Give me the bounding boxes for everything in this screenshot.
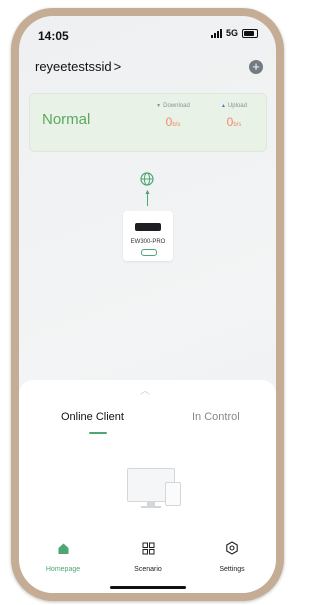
nav-settings[interactable]: Settings [197,540,267,573]
download-arrow-icon: ▼ [156,103,162,109]
network-type: 5G [225,28,238,38]
upload-speed: ▲ Upload 0b/s [204,103,264,129]
router-icon [135,223,161,231]
app-screen: 14:05 5G reyeetestssid > + Normal ▼ Downl… [19,16,276,593]
router-card[interactable]: EW300-PRO [123,211,173,261]
ssid-label: reyeetestssid [35,59,112,74]
chevron-right-icon: > [113,59,122,74]
router-status-badge [141,249,157,256]
download-unit: b/s [172,122,181,128]
nav-homepage-label: Homepage [45,566,81,573]
nav-scenario[interactable]: Scenario [113,540,183,573]
network-status: Normal [42,111,91,128]
add-button[interactable]: + [249,60,263,74]
network-status-card: Normal ▼ Download 0b/s ▲ Upload 0b/s [29,93,267,152]
client-sheet: ︿ Online Client In Control Homepage Scen… [19,380,276,593]
status-time: 14:05 [38,29,69,43]
battery-icon [242,28,258,38]
nav-scenario-label: Scenario [134,566,162,573]
network-topology: ▲ EW300-PRO [19,166,276,276]
upload-unit: b/s [233,122,242,128]
upload-arrow-icon: ▲ [221,103,226,109]
phone-frame: 14:05 5G reyeetestssid > + Normal ▼ Downl… [11,8,284,601]
status-bar: 14:05 5G [19,16,276,46]
monitor-base [141,506,161,508]
upload-label: Upload [227,103,247,109]
router-name: EW300-PRO [130,239,166,245]
download-speed: ▼ Download 0b/s [143,103,203,129]
connection-line [147,192,148,206]
nav-homepage[interactable]: Homepage [28,540,98,573]
active-tab-indicator [89,432,107,434]
download-label: Download [163,103,190,109]
home-indicator[interactable] [110,586,186,589]
nav-settings-label: Settings [219,566,245,573]
gear-icon [226,541,238,555]
home-icon [58,543,68,554]
signal-icon [210,28,222,38]
grid-icon [142,542,154,554]
chevron-up-icon[interactable]: ︿ [140,382,150,397]
ssid-selector[interactable]: reyeetestssid > [35,59,121,74]
tablet-icon [165,482,181,506]
tab-online-client[interactable]: Online Client [61,411,124,423]
globe-icon[interactable] [140,172,154,186]
tab-in-control[interactable]: In Control [192,411,240,423]
devices-illustration [127,468,187,512]
bottom-navigation: Homepage Scenario Settings [19,540,276,590]
status-indicators: 5G [210,28,258,38]
